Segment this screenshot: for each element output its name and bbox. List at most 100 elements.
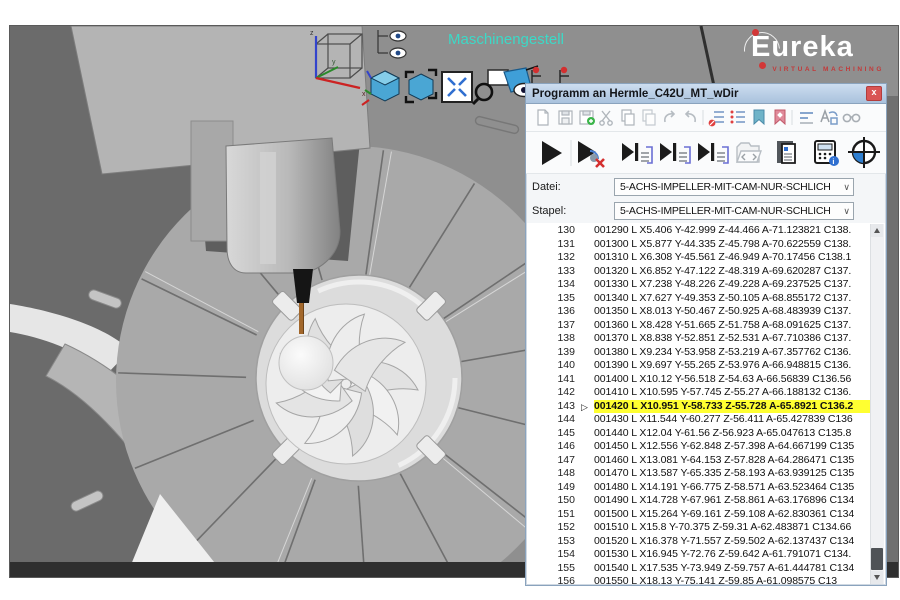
code-line[interactable]: 141001400 L X10.12 Y-56.518 Z-54.63 A-66… xyxy=(527,373,871,387)
code-line[interactable]: 139001380 L X9.234 Y-53.958 Z-53.219 A-6… xyxy=(527,346,871,360)
code-line[interactable]: 133001320 L X6.852 Y-47.122 Z-48.319 A-6… xyxy=(527,265,871,279)
code-line-text: 001340 L X7.627 Y-49.353 Z-50.105 A-68.8… xyxy=(594,292,871,306)
execution-marker-icon xyxy=(581,494,594,508)
code-listing: 130001290 L X5.406 Y-42.999 Z-44.466 A-7… xyxy=(527,223,885,584)
scrollbar-thumb[interactable] xyxy=(871,548,883,570)
machine-part-label: Maschinengestell xyxy=(448,31,564,48)
code-line-number: 136 xyxy=(527,305,581,319)
code-line[interactable]: 134001330 L X7.238 Y-48.226 Z-49.228 A-6… xyxy=(527,278,871,292)
save-as-icon[interactable] xyxy=(580,111,595,125)
code-line[interactable]: 132001310 L X6.308 Y-45.561 Z-46.949 A-7… xyxy=(527,251,871,265)
code-line[interactable]: 142001410 L X10.595 Y-57.745 Z-55.27 A-6… xyxy=(527,386,871,400)
batch-dropdown-value: 5-ACHS-IMPELLER-MIT-CAM-NUR-SCHLICH xyxy=(620,205,841,217)
execution-marker-icon xyxy=(581,508,594,522)
step-to-line-icon[interactable] xyxy=(698,143,728,163)
cut-icon[interactable] xyxy=(600,111,612,125)
close-button[interactable]: x xyxy=(866,86,882,101)
paste-icon[interactable] xyxy=(643,110,655,125)
code-line-text: 001290 L X5.406 Y-42.999 Z-44.466 A-71.1… xyxy=(594,224,871,238)
chevron-down-icon: ∨ xyxy=(841,182,850,193)
save-icon[interactable] xyxy=(559,111,572,124)
code-line[interactable]: 146001450 L X12.556 Y-62.848 Z-57.398 A-… xyxy=(527,440,871,454)
code-line[interactable]: 140001390 L X9.697 Y-55.265 Z-53.976 A-6… xyxy=(527,359,871,373)
line-numbers-icon[interactable] xyxy=(731,110,746,123)
code-line[interactable]: 156001550 L X18.13 Y-75.141 Z-59.85 A-61… xyxy=(527,575,871,584)
code-line[interactable]: 153 001520 L X16.378 Y-71.557 Z-59.502 A-… xyxy=(527,535,871,549)
window-titlebar[interactable]: Programm an Hermle_C42U_MT_wDir x xyxy=(526,84,886,104)
code-line-text: 001330 L X7.238 Y-48.226 Z-49.228 A-69.2… xyxy=(594,278,871,292)
code-line-text: 001490 L X14.728 Y-67.961 Z-58.861 A-63.… xyxy=(594,494,871,508)
code-line-text: 001530 L X16.945 Y-72.76 Z-59.642 A-61.7… xyxy=(594,548,871,562)
code-line[interactable]: 154 001530 L X16.945 Y-72.76 Z-59.642 A-6… xyxy=(527,548,871,562)
code-line[interactable]: 148001470 L X13.587 Y-65.335 Z-58.193 A-… xyxy=(527,467,871,481)
impeller-workpiece xyxy=(266,304,426,464)
rename-ab-icon[interactable] xyxy=(821,111,837,124)
code-line-number: 155 xyxy=(527,562,581,576)
code-line-number: 135 xyxy=(527,292,581,306)
code-line-number: 133 xyxy=(527,265,581,279)
code-line[interactable]: 130001290 L X5.406 Y-42.999 Z-44.466 A-7… xyxy=(527,224,871,238)
code-line[interactable]: 144001430 L X11.544 Y-60.277 Z-56.411 A-… xyxy=(527,413,871,427)
execution-marker-icon xyxy=(581,386,594,400)
execution-marker-icon xyxy=(581,319,594,333)
redo-icon[interactable] xyxy=(686,111,695,122)
undo-icon[interactable] xyxy=(665,111,674,122)
execution-marker-icon xyxy=(581,305,594,319)
code-line[interactable]: 150 001490 L X14.728 Y-67.961 Z-58.861 A-… xyxy=(527,494,871,508)
code-line[interactable]: 131001300 L X5.877 Y-44.335 Z-45.798 A-7… xyxy=(527,238,871,252)
code-line-number: 148 xyxy=(527,467,581,481)
program-report-icon[interactable] xyxy=(777,141,795,163)
code-line-text: 001350 L X8.013 Y-50.467 Z-50.925 A-68.4… xyxy=(594,305,871,319)
code-rows: 130001290 L X5.406 Y-42.999 Z-44.466 A-7… xyxy=(527,224,871,584)
code-line-number: 153 xyxy=(527,535,581,549)
eureka-logo: Eureka VIRTUAL MACHINING xyxy=(726,28,886,80)
execution-marker-icon xyxy=(581,224,594,238)
code-line-number: 154 xyxy=(527,548,581,562)
step-single-icon[interactable] xyxy=(622,143,652,163)
bookmark-icon[interactable] xyxy=(754,110,764,124)
code-line[interactable]: 143▷001420 L X10.951 Y-58.733 Z-55.728 A… xyxy=(527,400,871,414)
code-line-text: 001520 L X16.378 Y-71.557 Z-59.502 A-62.… xyxy=(594,535,871,549)
fit-view-icon[interactable] xyxy=(442,72,472,102)
calculator-icon[interactable]: i xyxy=(815,141,839,166)
center-target-icon[interactable] xyxy=(848,137,880,168)
execution-marker-icon xyxy=(581,454,594,468)
code-line[interactable]: 151001500 L X15.264 Y-69.161 Z-59.108 A-… xyxy=(527,508,871,522)
code-line[interactable]: 149001480 L X14.191 Y-66.775 Z-58.571 A-… xyxy=(527,481,871,495)
code-line-text: 001300 L X5.877 Y-44.335 Z-45.798 A-70.6… xyxy=(594,238,871,252)
code-line[interactable]: 137001360 L X8.428 Y-51.665 Z-51.758 A-6… xyxy=(527,319,871,333)
copy-icon[interactable] xyxy=(622,110,634,125)
compare-lines-icon[interactable] xyxy=(800,113,813,123)
code-line[interactable]: 152001510 L X15.8 Y-70.375 Z-59.31 A-62.… xyxy=(527,521,871,535)
batch-dropdown[interactable]: 5-ACHS-IMPELLER-MIT-CAM-NUR-SCHLICH ∨ xyxy=(614,202,854,220)
code-line[interactable]: 138001370 L X8.838 Y-52.851 Z-52.531 A-6… xyxy=(527,332,871,346)
code-line[interactable]: 136 001350 L X8.013 Y-50.467 Z-50.925 A-6… xyxy=(527,305,871,319)
code-line-number: 147 xyxy=(527,454,581,468)
code-line[interactable]: 135 001340 L X7.627 Y-49.353 Z-50.105 A-6… xyxy=(527,292,871,306)
new-file-icon[interactable] xyxy=(538,110,548,125)
find-icon[interactable] xyxy=(843,114,859,121)
open-program-icon[interactable] xyxy=(737,143,761,162)
execution-marker-icon xyxy=(581,562,594,576)
file-dropdown[interactable]: 5-ACHS-IMPELLER-MIT-CAM-NUR-SCHLICH ∨ xyxy=(614,178,854,196)
scroll-down-button[interactable] xyxy=(871,571,883,584)
execution-marker-icon xyxy=(581,346,594,360)
renumber-lines-icon[interactable] xyxy=(709,112,724,126)
code-line-number: 132 xyxy=(527,251,581,265)
code-line[interactable]: 155001540 L X17.535 Y-73.949 Z-59.757 A-… xyxy=(527,562,871,576)
execution-marker-icon xyxy=(581,278,594,292)
execution-marker-icon xyxy=(581,440,594,454)
chevron-down-icon: ∨ xyxy=(841,206,850,217)
window-title: Programm an Hermle_C42U_MT_wDir xyxy=(532,88,866,100)
run-to-breakpoint-icon[interactable] xyxy=(578,141,604,167)
code-line[interactable]: 145001440 L X12.04 Y-61.56 Z-56.923 A-65… xyxy=(527,427,871,441)
step-block-icon[interactable] xyxy=(660,143,690,163)
run-icon[interactable] xyxy=(542,141,562,165)
vertical-scrollbar[interactable] xyxy=(870,224,884,584)
execution-marker-icon xyxy=(581,481,594,495)
code-line[interactable]: 147001460 L X13.081 Y-64.153 Z-57.828 A-… xyxy=(527,454,871,468)
bookmark-colored-icon[interactable] xyxy=(775,110,785,124)
code-line-number: 150 xyxy=(527,494,581,508)
program-window: Programm an Hermle_C42U_MT_wDir x xyxy=(525,83,887,586)
scroll-up-button[interactable] xyxy=(871,224,883,237)
